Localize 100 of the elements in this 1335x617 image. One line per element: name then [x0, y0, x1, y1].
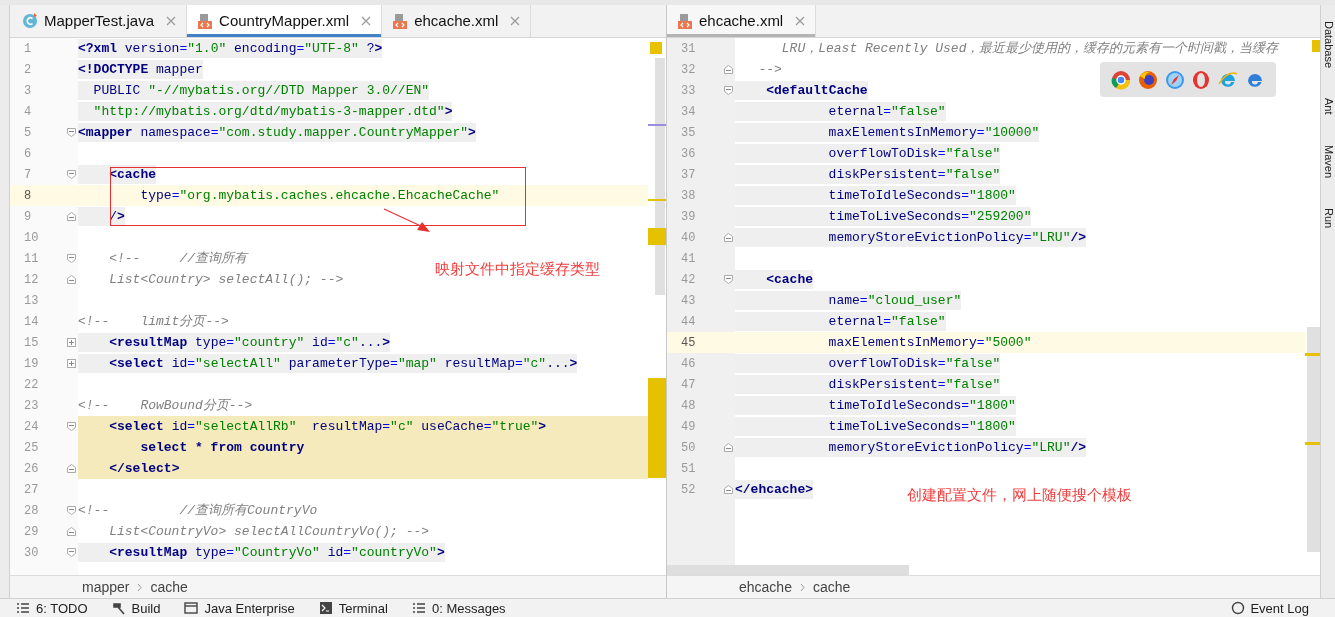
tool-window-button[interactable]: Terminal	[318, 599, 388, 617]
line-number: 43	[680, 292, 697, 310]
list-icon	[411, 601, 426, 615]
xml-file-icon	[677, 13, 693, 29]
scroll-marker	[648, 124, 666, 126]
status-marker	[650, 42, 662, 54]
chevron-icon	[137, 582, 143, 592]
scroll-marker	[648, 228, 666, 245]
line-number: 34	[680, 103, 697, 121]
fold-end-icon[interactable]	[66, 212, 76, 221]
scrollbar-thumb[interactable]	[655, 58, 665, 295]
line-number: 36	[680, 145, 697, 163]
line-number: 42	[680, 271, 697, 289]
tool-window-button[interactable]: Build	[111, 599, 161, 617]
arrow-icon	[383, 208, 431, 233]
breadcrumb-item[interactable]: ehcache	[739, 576, 792, 598]
line-number: 50	[680, 439, 697, 457]
code-line: <!-- limit分页-->	[78, 312, 229, 331]
line-number: 37	[680, 166, 697, 184]
line-number: 22	[23, 376, 40, 394]
line-number: 9	[23, 208, 33, 226]
event-log-button[interactable]: Event Log	[1231, 599, 1309, 617]
fold-minus-icon[interactable]	[66, 128, 76, 137]
code-line: maxElementsInMemory="5000"	[827, 333, 1032, 352]
line-number: 15	[23, 334, 40, 352]
line-number: 12	[23, 271, 40, 289]
close-icon[interactable]	[166, 16, 177, 26]
scrollbar-thumb[interactable]	[1307, 327, 1320, 552]
line-number: 47	[680, 376, 697, 394]
close-icon[interactable]	[510, 16, 521, 26]
tool-window-button[interactable]: 6: TODO	[16, 599, 88, 617]
fold-end-icon[interactable]	[66, 275, 76, 284]
browser-icon[interactable]	[1164, 69, 1185, 90]
fold-end-icon[interactable]	[723, 65, 733, 74]
tool-window-button[interactable]: 0: Messages	[411, 599, 506, 617]
code-line: -->	[757, 60, 782, 79]
line-number: 7	[23, 166, 33, 184]
fold-plus-icon[interactable]	[66, 359, 76, 368]
line-number: 28	[23, 502, 40, 520]
line-number: 27	[23, 481, 40, 499]
chevron-icon	[799, 582, 805, 592]
tool-window-tab[interactable]: Maven	[1321, 144, 1335, 178]
code-line: LRU，Least Recently Used，最近最少使用的，缓存的元素有一个时间戳，当缓存	[780, 39, 1279, 58]
window-icon	[184, 601, 199, 615]
fold-end-icon[interactable]	[723, 485, 733, 494]
line-number: 31	[680, 40, 697, 58]
line-number: 19	[23, 355, 40, 373]
tool-window-tab[interactable]: Run	[1321, 207, 1335, 228]
line-number: 14	[23, 313, 40, 331]
code-line: <!-- RowBound分页-->	[78, 396, 253, 415]
line-number: 39	[680, 208, 697, 226]
line-number: 44	[680, 313, 697, 331]
line-number: 11	[23, 250, 40, 268]
close-icon[interactable]	[361, 16, 372, 26]
fold-minus-icon[interactable]	[66, 506, 76, 515]
code-line: <select id="selectAllRb" resultMap="c" useCache="true">	[108, 417, 547, 436]
line-number: 45	[680, 334, 697, 352]
fold-minus-icon[interactable]	[66, 548, 76, 557]
line-number: 51	[680, 460, 697, 478]
browser-icon[interactable]	[1111, 69, 1132, 90]
line-number: 29	[23, 523, 40, 541]
breadcrumb-item[interactable]: cache	[812, 576, 851, 598]
horizontal-scrollbar[interactable]	[667, 565, 909, 575]
annotation-text: 创建配置文件，网上随便搜个模板	[907, 485, 1132, 505]
balloon-icon	[1231, 601, 1246, 615]
close-icon[interactable]	[795, 16, 806, 26]
fold-minus-icon[interactable]	[66, 254, 76, 263]
line-number: 38	[680, 187, 697, 205]
tool-window-tab[interactable]: Ant	[1321, 98, 1335, 115]
scroll-marker	[648, 199, 666, 201]
breadcrumb-item[interactable]: cache	[150, 576, 188, 598]
fold-minus-icon[interactable]	[723, 275, 733, 284]
line-number: 46	[680, 355, 697, 373]
line-number: 3	[23, 82, 33, 100]
class-file-icon	[22, 13, 38, 29]
fold-minus-icon[interactable]	[66, 170, 76, 179]
fold-end-icon[interactable]	[66, 464, 76, 473]
fold-plus-icon[interactable]	[66, 338, 76, 347]
status-marker	[1312, 40, 1320, 52]
fold-end-icon[interactable]	[723, 233, 733, 242]
list-icon	[16, 601, 30, 615]
tool-window-tab[interactable]: Database	[1321, 21, 1335, 69]
editor-tab[interactable]: CountryMapper.xml	[187, 5, 383, 37]
browser-icon[interactable]	[1138, 69, 1158, 90]
line-number: 40	[680, 229, 697, 247]
fold-end-icon[interactable]	[66, 527, 76, 536]
line-number: 24	[23, 418, 40, 436]
xml-file-icon	[392, 13, 409, 29]
code-line: <!-- //查询所有	[108, 249, 248, 268]
line-number: 1	[23, 40, 33, 58]
tool-window-button[interactable]: Java Enterprise	[184, 599, 295, 617]
line-number: 8	[23, 187, 33, 205]
browser-icon[interactable]	[1191, 69, 1212, 90]
breadcrumb-item[interactable]: mapper	[82, 576, 130, 598]
fold-minus-icon[interactable]	[723, 86, 733, 95]
editor-tab[interactable]: ehcache.xml	[667, 5, 817, 37]
line-number: 49	[680, 418, 697, 436]
editor-tab[interactable]: ehcache.xml	[382, 5, 532, 37]
fold-end-icon[interactable]	[723, 443, 733, 452]
fold-minus-icon[interactable]	[66, 422, 76, 431]
